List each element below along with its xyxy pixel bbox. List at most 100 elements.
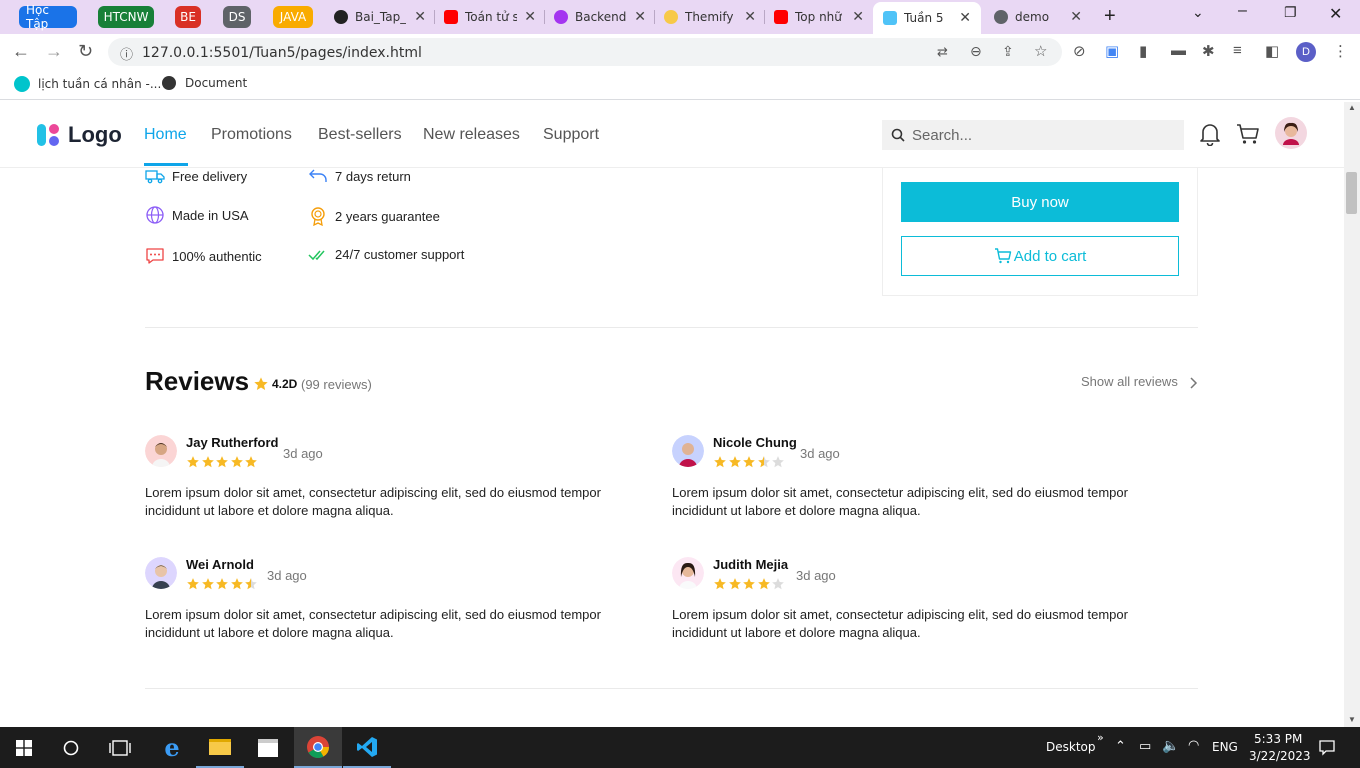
- star-rating: [186, 455, 259, 469]
- rating-star-icon: [757, 578, 770, 590]
- logo-text[interactable]: Logo: [68, 122, 122, 148]
- globe-icon: [162, 76, 176, 90]
- windows-start-icon[interactable]: [16, 740, 32, 756]
- cart-icon[interactable]: [1236, 123, 1260, 145]
- close-icon[interactable]: ✕: [524, 9, 536, 25]
- tab-group-be[interactable]: BE: [175, 6, 201, 28]
- translate-icon[interactable]: ⇄: [937, 44, 948, 60]
- reviewer-avatar: [145, 435, 177, 467]
- tab-search-icon[interactable]: ⌄: [1192, 4, 1204, 21]
- add-to-cart-label: Add to cart: [1013, 247, 1087, 265]
- return-icon: [309, 169, 327, 182]
- tab-group-java[interactable]: JAVA: [273, 6, 313, 28]
- add-to-cart-button[interactable]: Add to cart: [901, 236, 1179, 276]
- battery-icon[interactable]: ▭: [1139, 739, 1151, 754]
- reload-icon[interactable]: ↻: [78, 41, 93, 62]
- restore-button[interactable]: ❐: [1284, 4, 1297, 21]
- notification-icon[interactable]: [1319, 740, 1335, 756]
- browser-tab[interactable]: demo ✕: [994, 6, 1082, 28]
- google-translate-icon[interactable]: ▣: [1105, 42, 1119, 60]
- vscode-icon[interactable]: [343, 727, 391, 768]
- nav-support[interactable]: Support: [543, 126, 599, 144]
- extension-icon[interactable]: ▮: [1139, 42, 1147, 60]
- tab-title: Toán tử s: [465, 10, 517, 24]
- store-icon[interactable]: [244, 727, 292, 768]
- task-view-icon[interactable]: [109, 740, 131, 756]
- volume-icon[interactable]: 🔈: [1162, 738, 1179, 754]
- desktop-toolbar-label[interactable]: Desktop: [1046, 740, 1096, 754]
- tab-group-htcnw[interactable]: HTCNW: [98, 6, 154, 28]
- rating-star-icon: [216, 578, 228, 590]
- tab-group-hoc-tap[interactable]: Học Tập: [19, 3, 77, 31]
- clock-date[interactable]: 3/22/2023: [1249, 749, 1311, 763]
- minimize-button[interactable]: –: [1238, 2, 1247, 20]
- clock-time[interactable]: 5:33 PM: [1254, 732, 1302, 746]
- github-icon: [334, 10, 348, 24]
- star-rating: [713, 455, 786, 469]
- wifi-icon[interactable]: ◠: [1188, 738, 1199, 753]
- more-menu-icon[interactable]: ⋮: [1333, 42, 1348, 60]
- tab-title: Backend: [575, 10, 627, 24]
- buy-now-button[interactable]: Buy now: [901, 182, 1179, 222]
- close-icon[interactable]: ✕: [634, 9, 646, 25]
- chevron-up-icon[interactable]: ⌃: [1115, 739, 1126, 754]
- browser-tab[interactable]: Bai_Tap_ ✕: [334, 6, 426, 28]
- browser-tab[interactable]: Backend ✕: [554, 6, 646, 28]
- logo-icon[interactable]: [37, 122, 63, 148]
- media-control-icon[interactable]: ≡: [1233, 42, 1242, 59]
- scrollbar-thumb[interactable]: [1346, 172, 1357, 214]
- nav-home[interactable]: Home: [144, 126, 187, 144]
- close-icon[interactable]: ✕: [1070, 9, 1082, 25]
- nav-best-sellers[interactable]: Best-sellers: [318, 126, 402, 144]
- scroll-up-icon[interactable]: ▲: [1348, 103, 1356, 112]
- scroll-down-icon[interactable]: ▼: [1348, 715, 1356, 724]
- search-icon[interactable]: [63, 740, 79, 756]
- side-panel-icon[interactable]: ◧: [1265, 42, 1279, 60]
- user-avatar[interactable]: [1275, 117, 1307, 149]
- rating-star-icon: [714, 456, 726, 468]
- bookmark-label: Document: [185, 76, 248, 90]
- url-text: 127.0.0.1:5501/Tuan5/pages/index.html: [142, 45, 422, 61]
- close-icon[interactable]: ✕: [414, 9, 426, 25]
- emoji-icon: [664, 10, 678, 24]
- tab-group-ds[interactable]: DS: [223, 6, 251, 28]
- search-input[interactable]: [912, 120, 1172, 150]
- show-all-reviews-link[interactable]: Show all reviews: [1081, 374, 1178, 389]
- browser-tab[interactable]: Top nhữ ✕: [774, 6, 864, 28]
- info-icon[interactable]: ⓘ: [120, 44, 133, 63]
- language-indicator[interactable]: ENG: [1212, 740, 1238, 754]
- share-icon[interactable]: ⇪: [1002, 43, 1014, 60]
- tab-title: Themify: [685, 10, 734, 24]
- nav-promotions[interactable]: Promotions: [211, 126, 292, 144]
- feature-support: 24/7 customer support: [308, 247, 464, 262]
- extension-icon[interactable]: ▬: [1171, 42, 1186, 59]
- bookmark-item[interactable]: Document: [162, 76, 247, 90]
- chrome-icon[interactable]: [294, 727, 342, 768]
- bookmark-item[interactable]: lịch tuần cá nhân -...: [14, 76, 161, 92]
- file-explorer-icon[interactable]: [196, 727, 244, 768]
- puzzle-icon[interactable]: ✱: [1202, 42, 1215, 60]
- back-arrow-icon[interactable]: ←: [12, 41, 30, 62]
- close-icon[interactable]: ✕: [744, 9, 756, 25]
- browser-tab[interactable]: Toán tử s ✕: [444, 6, 536, 28]
- search-box[interactable]: [882, 120, 1184, 150]
- close-icon[interactable]: ✕: [959, 10, 971, 26]
- browser-tab[interactable]: Themify ✕: [664, 6, 756, 28]
- review-count: (99 reviews): [301, 377, 372, 392]
- zoom-icon[interactable]: ⊖: [970, 43, 982, 60]
- toolbar-expand-icon[interactable]: »: [1097, 731, 1104, 744]
- forward-arrow-icon[interactable]: →: [45, 41, 63, 62]
- bookmark-star-icon[interactable]: ☆: [1034, 42, 1047, 60]
- feature-return: 7 days return: [308, 168, 411, 184]
- profile-avatar[interactable]: D: [1296, 42, 1316, 62]
- edge-icon[interactable]: e: [148, 727, 196, 768]
- browser-tab-active[interactable]: Tuần 5 ✕: [873, 2, 981, 34]
- address-bar[interactable]: ⓘ 127.0.0.1:5501/Tuan5/pages/index.html …: [108, 38, 1062, 66]
- chevron-right-icon[interactable]: [1188, 377, 1198, 389]
- close-icon[interactable]: ✕: [852, 9, 864, 25]
- nav-new-releases[interactable]: New releases: [423, 126, 520, 144]
- bell-icon[interactable]: [1199, 122, 1221, 146]
- new-tab-button[interactable]: +: [1104, 5, 1116, 28]
- extension-compass-icon[interactable]: ⊘: [1073, 42, 1086, 60]
- close-window-button[interactable]: ✕: [1329, 4, 1342, 24]
